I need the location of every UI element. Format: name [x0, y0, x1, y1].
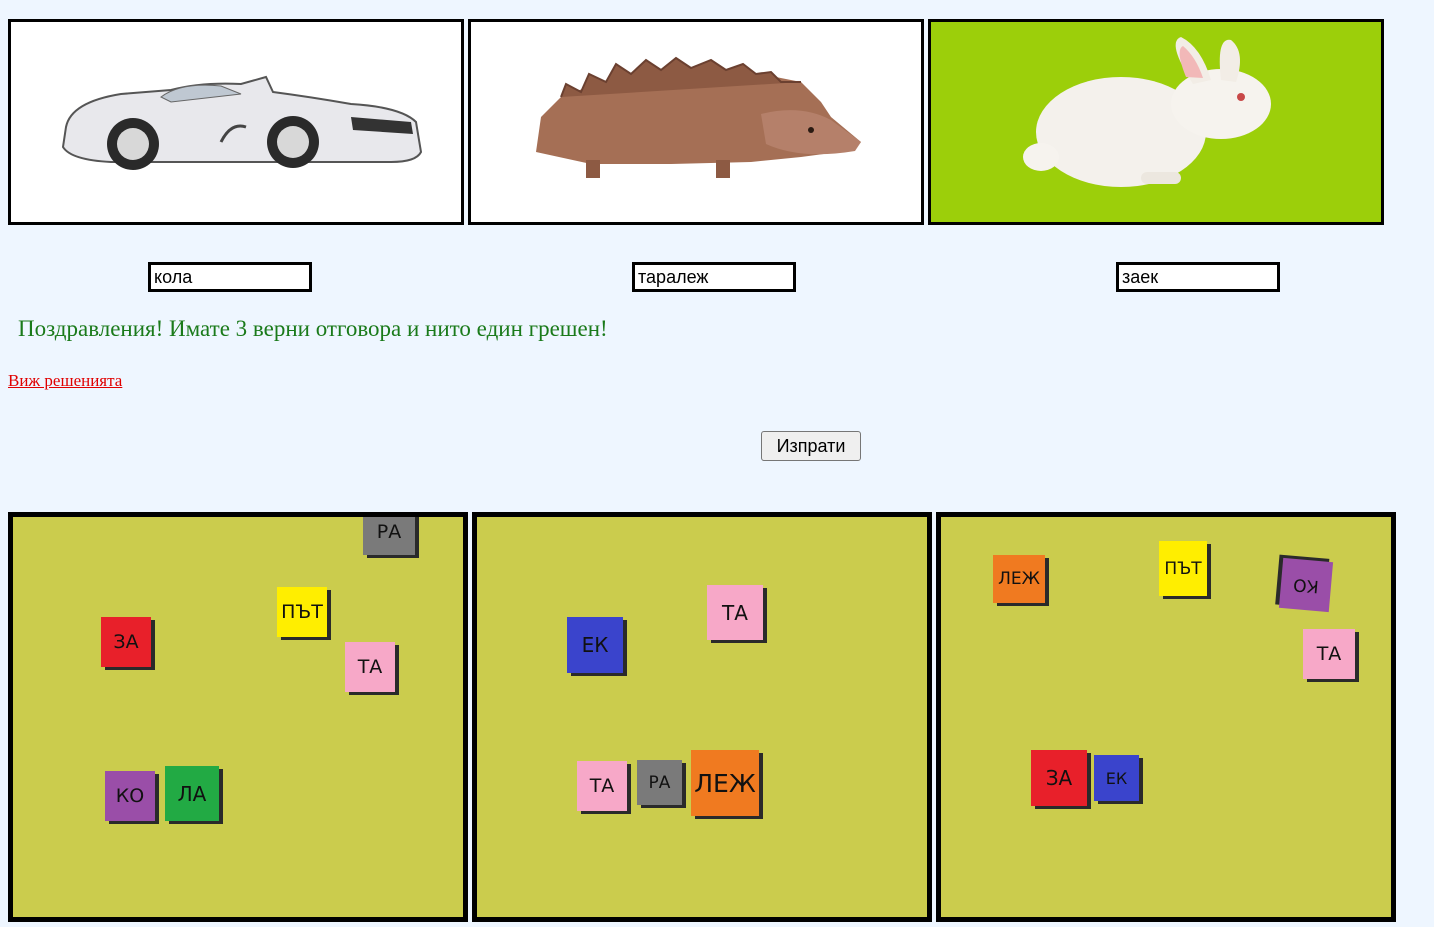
answer-input-rabbit[interactable] [1116, 262, 1280, 292]
submit-button[interactable]: Изпрати [761, 431, 861, 461]
picture-hedgehog [468, 19, 924, 225]
view-solutions-link[interactable]: Виж решенията [8, 371, 122, 391]
syllable-cube[interactable]: ЕК [567, 617, 623, 673]
syllable-cube[interactable]: ЕК [1094, 755, 1139, 801]
answer-input-car[interactable] [148, 262, 312, 292]
syllable-cube[interactable]: ЛЕЖ [691, 750, 759, 816]
rabbit-image [1023, 37, 1271, 187]
hedgehog-image [536, 56, 861, 178]
syllable-cube[interactable]: ТА [345, 642, 395, 692]
syllable-cube[interactable]: ПЪТ [277, 587, 327, 637]
syllable-cube[interactable]: ТА [707, 585, 763, 640]
syllable-cube[interactable]: ЛЕЖ [993, 555, 1045, 603]
picture-rabbit [928, 19, 1384, 225]
syllable-board-1: РА ПЪТ ЗА ТА КО ЛА [8, 512, 468, 922]
car-image [61, 75, 423, 170]
syllable-cube[interactable]: КО [105, 771, 155, 821]
syllable-cube[interactable]: РА [363, 517, 415, 555]
syllable-cube[interactable]: ЛА [165, 766, 219, 821]
syllable-board-3: ЛЕЖ ПЪТ КО ТА ЗА ЕК [936, 512, 1396, 922]
syllable-board-2: ТА ЕК ТА РА ЛЕЖ [472, 512, 932, 922]
picture-car [8, 19, 464, 225]
result-message: Поздравления! Имате 3 верни отговора и н… [18, 316, 608, 341]
syllable-cube[interactable]: КО [1278, 557, 1334, 613]
answer-input-hedgehog[interactable] [632, 262, 796, 292]
syllable-cube[interactable]: ТА [577, 761, 627, 811]
syllable-cube[interactable]: ЗА [101, 617, 151, 667]
syllable-cube[interactable]: ТА [1303, 629, 1355, 679]
syllable-cube[interactable]: ЗА [1031, 750, 1087, 806]
syllable-cube[interactable]: РА [637, 760, 682, 805]
syllable-cube[interactable]: ПЪТ [1159, 541, 1207, 596]
